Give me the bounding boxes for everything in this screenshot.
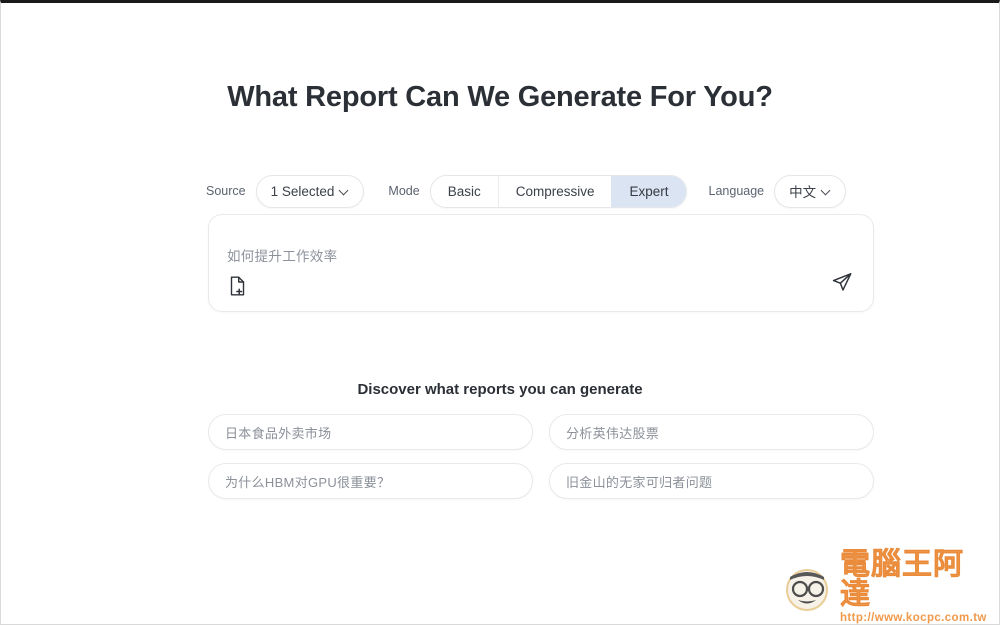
report-generator-page: What Report Can We Generate For You? Sou… [1, 3, 999, 624]
file-add-icon[interactable] [228, 275, 248, 297]
mode-option-compressive[interactable]: Compressive [497, 175, 612, 207]
options-toolbar: Source 1 Selected Mode Basic Compressive… [206, 173, 876, 209]
source-dropdown[interactable]: 1 Selected [255, 174, 365, 208]
mode-label: Mode [388, 184, 420, 198]
discover-heading: Discover what reports you can generate [357, 381, 643, 398]
mode-option-basic[interactable]: Basic [430, 175, 498, 207]
language-dropdown-value: 中文 [789, 185, 817, 200]
source-label: Source [206, 184, 246, 198]
language-dropdown[interactable]: 中文 [774, 174, 847, 208]
watermark-brand: 電腦王阿達 [840, 547, 964, 611]
page-title: What Report Can We Generate For You? [227, 81, 773, 113]
source-dropdown-value: 1 Selected [270, 183, 335, 199]
send-paper-plane-icon[interactable] [831, 271, 853, 293]
browser-viewport: What Report Can We Generate For You? Sou… [0, 0, 1000, 625]
language-label: Language [708, 184, 765, 198]
mode-segmented-control: Basic Compressive Expert [429, 174, 687, 208]
mascot-face-icon [782, 561, 834, 613]
suggestion-chip[interactable]: 分析英伟达股票 [549, 414, 874, 450]
watermark-text: 電腦王阿達 http://www.kocpc.com.tw [840, 547, 987, 625]
site-watermark: 電腦王阿達 http://www.kocpc.com.tw [782, 549, 987, 623]
prompt-composer[interactable]: 如何提升工作效率 [208, 214, 874, 312]
suggestion-chip[interactable]: 为什么HBM对GPU很重要？ [208, 463, 533, 499]
mode-option-expert[interactable]: Expert [611, 175, 686, 207]
suggestion-list: 日本食品外卖市场 分析英伟达股票 为什么HBM对GPU很重要？ 旧金山的无家可归… [208, 414, 874, 499]
chevron-down-icon [340, 187, 349, 196]
watermark-url: http://www.kocpc.com.tw [840, 611, 987, 624]
suggestion-chip[interactable]: 旧金山的无家可归者问题 [549, 463, 874, 499]
prompt-input-placeholder[interactable]: 如何提升工作效率 [227, 245, 337, 265]
suggestion-chip[interactable]: 日本食品外卖市场 [208, 414, 533, 450]
chevron-down-icon [822, 187, 831, 196]
